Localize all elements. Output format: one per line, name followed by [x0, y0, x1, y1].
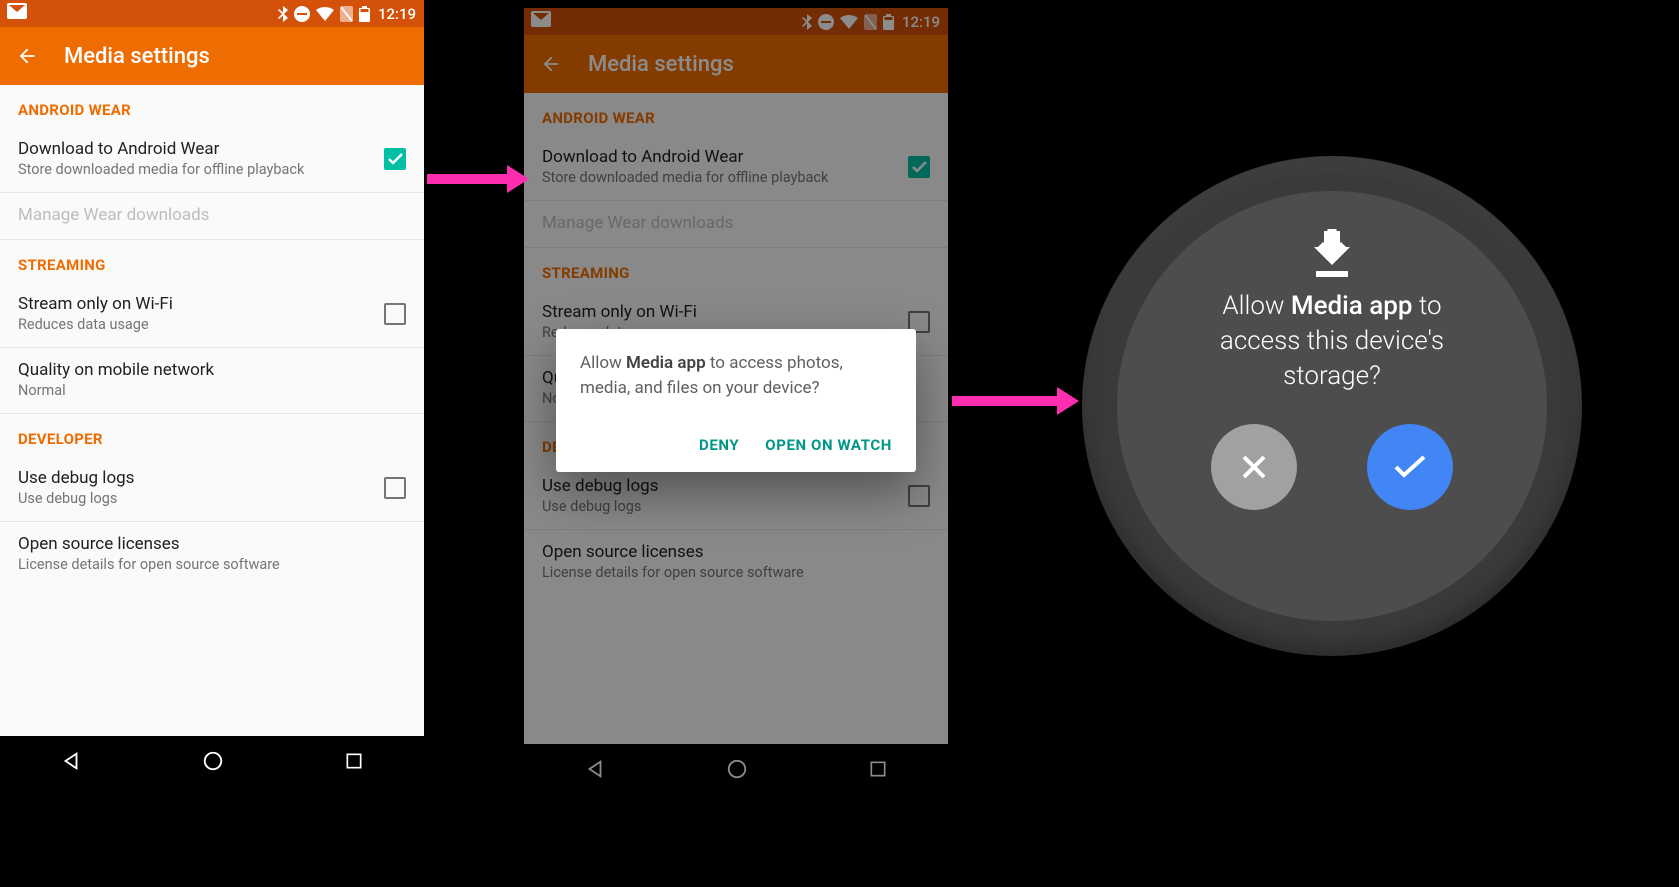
watch-bezel: Allow Media app to access this device's …: [1082, 156, 1582, 656]
pref-title: Open source licenses: [18, 534, 406, 554]
pref-quality[interactable]: Quality on mobile network Normal: [0, 348, 424, 413]
pref-licenses[interactable]: Open source licenses License details for…: [0, 522, 424, 587]
flow-arrow-1: [427, 165, 529, 193]
nav-back-icon[interactable]: [60, 750, 82, 772]
pref-title: Use debug logs: [18, 468, 372, 488]
watch-deny-button[interactable]: [1211, 424, 1297, 510]
pref-subtitle: Store downloaded media for offline playb…: [18, 161, 372, 178]
status-bar: 12:19: [0, 0, 424, 27]
phone-screenshot-2: 12:19 Media settings ANDROID WEAR Downlo…: [524, 8, 948, 793]
dnd-icon: [294, 6, 310, 22]
dialog-scrim[interactable]: Allow Media app to access photos, media,…: [524, 8, 948, 793]
checkbox-checked-icon[interactable]: [384, 148, 406, 170]
pref-download-wear[interactable]: Download to Android Wear Store downloade…: [0, 127, 424, 192]
watch-face: Allow Media app to access this device's …: [1117, 191, 1547, 621]
pref-subtitle: Use debug logs: [18, 490, 372, 507]
pref-title: Manage Wear downloads: [18, 205, 406, 225]
nav-home-icon[interactable]: [202, 750, 224, 772]
page-title: Media settings: [64, 44, 210, 69]
back-icon[interactable]: [16, 45, 38, 67]
nav-recents-icon[interactable]: [344, 751, 364, 771]
watch-allow-button[interactable]: [1367, 424, 1453, 510]
section-header-streaming: STREAMING: [0, 240, 424, 282]
gmail-notification-icon: [7, 3, 27, 19]
bluetooth-icon: [278, 6, 288, 22]
checkbox-unchecked-icon[interactable]: [384, 477, 406, 499]
checkbox-unchecked-icon[interactable]: [384, 303, 406, 325]
pref-manage-wear[interactable]: Manage Wear downloads: [0, 193, 424, 239]
no-sim-icon: [340, 6, 353, 22]
permission-dialog: Allow Media app to access photos, media,…: [556, 329, 916, 472]
section-header-developer: DEVELOPER: [0, 414, 424, 456]
deny-button[interactable]: DENY: [699, 436, 739, 454]
pref-title: Quality on mobile network: [18, 360, 406, 380]
status-icons: 12:19: [278, 5, 416, 23]
pref-title: Download to Android Wear: [18, 139, 372, 159]
dialog-message: Allow Media app to access photos, media,…: [580, 351, 892, 400]
close-icon: [1239, 452, 1269, 482]
pref-subtitle: Reduces data usage: [18, 316, 372, 333]
status-clock: 12:19: [378, 5, 416, 23]
phone-screenshot-1: 12:19 Media settings ANDROID WEAR Downlo…: [0, 0, 424, 785]
section-header-wear: ANDROID WEAR: [0, 85, 424, 127]
nav-bar: [0, 736, 424, 785]
download-icon: [1310, 229, 1354, 279]
pref-subtitle: License details for open source software: [18, 556, 406, 573]
pref-debug-logs[interactable]: Use debug logs Use debug logs: [0, 456, 424, 521]
pref-title: Stream only on Wi-Fi: [18, 294, 372, 314]
flow-arrow-2: [952, 387, 1079, 415]
check-icon: [1393, 454, 1427, 480]
settings-list: ANDROID WEAR Download to Android Wear St…: [0, 85, 424, 736]
watch-screenshot: Allow Media app to access this device's …: [1082, 156, 1582, 656]
pref-subtitle: Normal: [18, 382, 406, 399]
watch-permission-text: Allow Media app to access this device's …: [1180, 289, 1484, 394]
battery-icon: [359, 6, 370, 22]
open-on-watch-button[interactable]: OPEN ON WATCH: [765, 436, 892, 454]
pref-stream-wifi[interactable]: Stream only on Wi-Fi Reduces data usage: [0, 282, 424, 347]
wifi-icon: [316, 7, 334, 21]
app-bar: Media settings: [0, 27, 424, 85]
